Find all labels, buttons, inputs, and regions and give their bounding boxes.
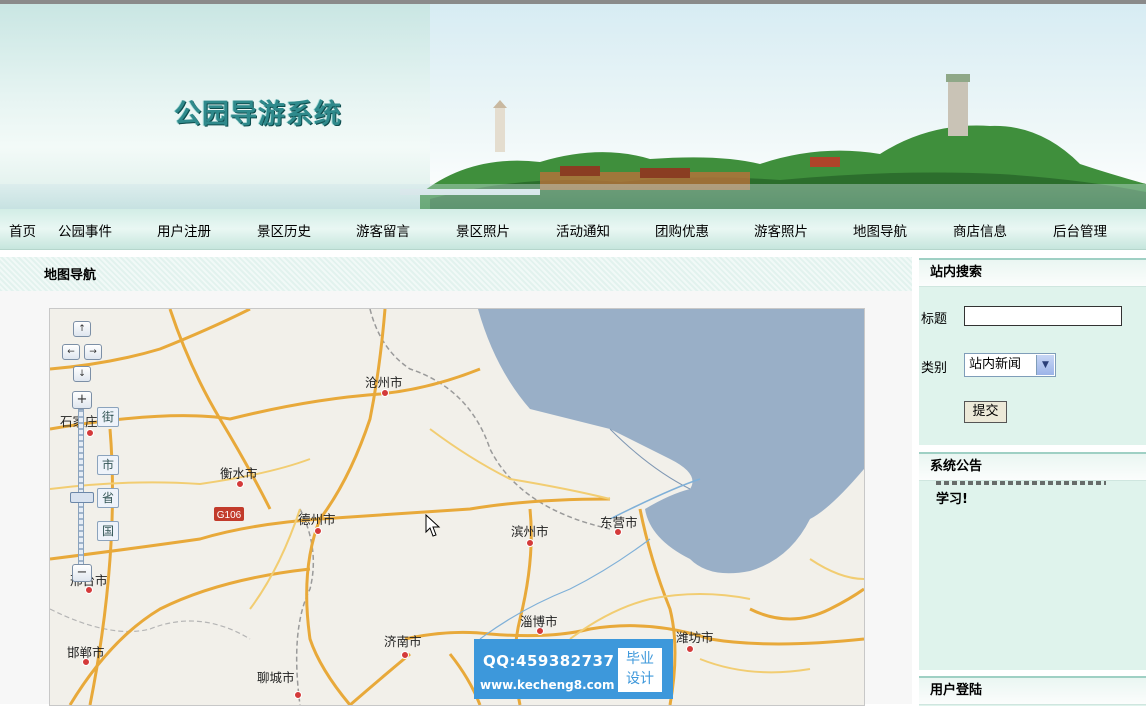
page-title: 地图导航 <box>44 268 97 283</box>
nav-item-map[interactable]: 地图导航 <box>853 220 907 240</box>
zoom-slider-handle[interactable] <box>70 492 94 503</box>
search-submit-button[interactable]: 提交 <box>964 401 1007 423</box>
watermark-qq: QQ:459382737 <box>483 652 615 670</box>
nav-item-shops[interactable]: 商店信息 <box>953 220 1007 240</box>
watermark-logo: 毕业 设计 <box>618 648 662 692</box>
map-city-label: 滨州市 <box>511 524 549 539</box>
pan-down-icon[interactable]: ↓ <box>73 366 91 382</box>
content-header: 地图导航 <box>0 257 912 291</box>
header-banner: 公园导游系统 <box>0 4 1146 209</box>
island-scenery <box>400 74 1146 209</box>
nav-item-activities[interactable]: 活动通知 <box>556 220 610 240</box>
search-category-value: 站内新闻 <box>969 357 1022 372</box>
zoom-level-city-tab[interactable]: 市 <box>97 455 119 475</box>
chevron-down-icon[interactable]: ▼ <box>1036 355 1054 375</box>
map-view[interactable]: G106 沧州市 石家庄 衡水市 德州市 滨州市 东营市 邢台市 淄博市 济南市… <box>49 308 865 706</box>
map-city-label: 东营市 <box>600 515 638 530</box>
zoom-slider-track[interactable] <box>78 409 84 567</box>
main-nav: 首页 公园事件 用户注册 景区历史 游客留言 景区照片 活动通知 团购优惠 游客… <box>0 209 1146 250</box>
nav-item-group-buy[interactable]: 团购优惠 <box>655 220 709 240</box>
map-city-label: 邯郸市 <box>67 645 105 660</box>
map-city-label: 德州市 <box>298 512 336 527</box>
banner-water <box>0 184 1146 209</box>
nav-item-register[interactable]: 用户注册 <box>157 220 211 240</box>
nav-item-park-events[interactable]: 公园事件 <box>58 220 112 240</box>
map-city-label: 淄博市 <box>520 614 558 629</box>
zoom-in-button[interactable]: + <box>72 391 92 409</box>
pan-left-icon[interactable]: ← <box>62 344 80 360</box>
notice-scroll-clip <box>936 480 1126 486</box>
watermark-badge-top: 毕业 <box>626 651 654 667</box>
notice-panel-title: 系统公告 <box>919 454 1146 481</box>
zoom-level-country-tab[interactable]: 国 <box>97 521 119 541</box>
search-title-label: 标题 <box>921 312 948 327</box>
mouse-cursor-icon <box>425 514 441 537</box>
pan-up-icon[interactable]: ↑ <box>73 321 91 337</box>
watermark-badge: QQ:459382737 www.kecheng8.com 毕业 设计 <box>474 639 673 699</box>
nav-item-admin[interactable]: 后台管理 <box>1053 220 1107 240</box>
road-shield-label: G106 <box>217 510 242 521</box>
nav-item-visitor-photos[interactable]: 游客照片 <box>754 220 808 240</box>
zoom-level-province-tab[interactable]: 省 <box>97 488 119 508</box>
nav-item-home[interactable]: 首页 <box>9 220 36 240</box>
pan-right-icon[interactable]: → <box>84 344 102 360</box>
search-category-select[interactable]: 站内新闻 ▼ <box>964 353 1056 377</box>
nav-item-history[interactable]: 景区历史 <box>257 220 311 240</box>
watermark-site: www.kecheng8.com <box>480 678 615 692</box>
nav-item-scenic-photos[interactable]: 景区照片 <box>456 220 510 240</box>
site-title: 公园导游系统 <box>174 99 342 130</box>
search-title-input[interactable] <box>964 306 1122 326</box>
search-panel-title: 站内搜索 <box>919 260 1146 287</box>
nav-item-guestbook[interactable]: 游客留言 <box>356 220 410 240</box>
map-city-label: 潍坊市 <box>676 630 714 645</box>
search-panel: 站内搜索 <box>919 258 1146 445</box>
notice-text: 学习! <box>936 492 968 507</box>
login-panel: 用户登陆 <box>919 676 1146 706</box>
watermark-badge-bottom: 设计 <box>626 671 654 687</box>
map-city-label: 聊城市 <box>257 670 295 685</box>
map-city-label: 济南市 <box>384 634 422 649</box>
zoom-level-street-tab[interactable]: 街 <box>97 407 119 427</box>
map-city-label: 沧州市 <box>365 375 403 390</box>
map-roads: G106 <box>50 309 864 705</box>
login-panel-title: 用户登陆 <box>919 678 1146 705</box>
map-city-label: 衡水市 <box>220 466 258 481</box>
zoom-out-button[interactable]: − <box>72 564 92 582</box>
search-category-label: 类别 <box>921 361 948 376</box>
